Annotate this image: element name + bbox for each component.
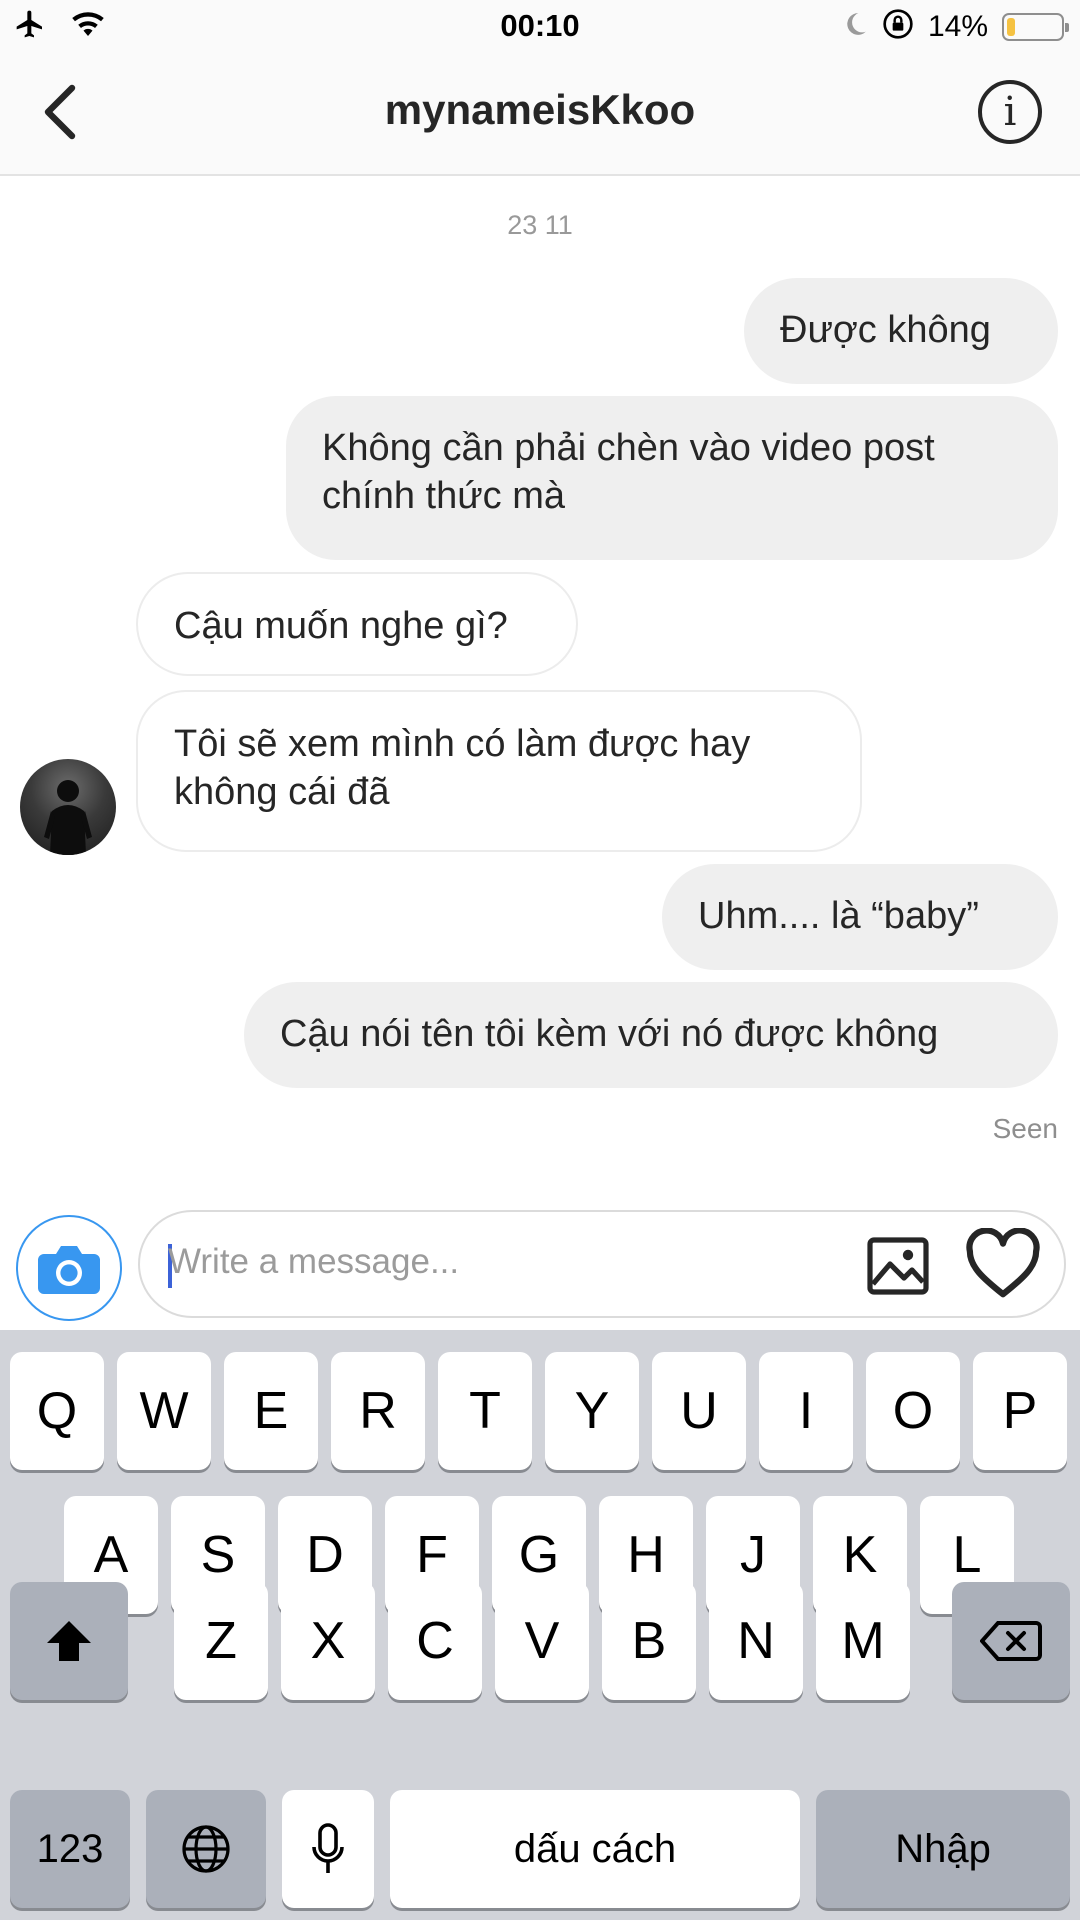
rotation-lock-icon — [882, 8, 914, 45]
message-text: Cậu muốn nghe gì? — [174, 605, 508, 647]
return-key[interactable]: Nhập — [816, 1790, 1070, 1908]
message-text: Cậu nói tên tôi kèm với nó được không — [280, 1013, 939, 1055]
key-y[interactable]: Y — [545, 1352, 639, 1470]
message-bubble-incoming[interactable]: Cậu muốn nghe gì? — [136, 572, 578, 676]
key-u[interactable]: U — [652, 1352, 746, 1470]
key-c[interactable]: C — [388, 1582, 482, 1700]
gallery-icon — [867, 1237, 929, 1295]
numbers-key[interactable]: 123 — [10, 1790, 130, 1908]
key-v[interactable]: V — [495, 1582, 589, 1700]
conversation-title[interactable]: mynameisKkoo — [0, 86, 1080, 134]
key-m[interactable]: M — [816, 1582, 910, 1700]
keyboard: QWERTYUIOP ASDFGHJKL ZXCVBNM 123 dấu các… — [0, 1330, 1080, 1920]
avatar[interactable] — [20, 759, 116, 855]
heart-icon — [966, 1227, 1040, 1298]
camera-button[interactable] — [16, 1215, 122, 1321]
chat-header: mynameisKkoo i — [0, 62, 1080, 162]
key-e[interactable]: E — [224, 1352, 318, 1470]
message-text: Được không — [780, 309, 991, 351]
message-text: Không cần phải chèn vào video post chính… — [322, 427, 935, 517]
key-r[interactable]: R — [331, 1352, 425, 1470]
message-placeholder: Write a message... — [168, 1242, 460, 1281]
key-z[interactable]: Z — [174, 1582, 268, 1700]
status-bar: 00:10 14% — [0, 0, 1080, 54]
camera-icon — [38, 1246, 100, 1294]
backspace-icon — [980, 1621, 1042, 1661]
microphone-icon — [312, 1823, 344, 1873]
message-bubble-incoming[interactable]: Tôi sẽ xem mình có làm được hay không cá… — [136, 690, 862, 852]
message-text: Uhm.... là “baby” — [698, 895, 979, 937]
heart-button[interactable] — [964, 1227, 1042, 1302]
date-label: 23 11 — [507, 210, 573, 240]
top-bar: 00:10 14% mynameisKkoo i — [0, 0, 1080, 176]
key-b[interactable]: B — [602, 1582, 696, 1700]
message-bubble-outgoing[interactable]: Được không — [744, 278, 1058, 384]
key-p[interactable]: P — [973, 1352, 1067, 1470]
message-bubble-outgoing[interactable]: Không cần phải chèn vào video post chính… — [286, 396, 1058, 560]
space-key[interactable]: dấu cách — [390, 1790, 800, 1908]
battery-icon — [1002, 12, 1069, 41]
backspace-key[interactable] — [952, 1582, 1070, 1700]
message-text: Tôi sẽ xem mình có làm được hay không cá… — [174, 723, 751, 813]
key-o[interactable]: O — [866, 1352, 960, 1470]
moon-icon — [842, 11, 868, 42]
message-bubble-outgoing[interactable]: Uhm.... là “baby” — [662, 864, 1058, 970]
seen-label: Seen — [992, 1113, 1058, 1144]
key-n[interactable]: N — [709, 1582, 803, 1700]
key-x[interactable]: X — [281, 1582, 375, 1700]
battery-percent: 14% — [927, 9, 988, 43]
key-t[interactable]: T — [438, 1352, 532, 1470]
globe-key[interactable] — [146, 1790, 266, 1908]
globe-icon — [182, 1825, 230, 1873]
shift-icon — [47, 1621, 91, 1661]
shift-key[interactable] — [10, 1582, 128, 1700]
key-w[interactable]: W — [117, 1352, 211, 1470]
message-bubble-outgoing[interactable]: Cậu nói tên tôi kèm với nó được không — [244, 982, 1058, 1088]
info-button[interactable]: i — [978, 80, 1042, 144]
key-q[interactable]: Q — [10, 1352, 104, 1470]
gallery-button[interactable] — [866, 1234, 930, 1298]
key-i[interactable]: I — [759, 1352, 853, 1470]
info-icon: i — [1003, 89, 1017, 135]
microphone-key[interactable] — [282, 1790, 374, 1908]
